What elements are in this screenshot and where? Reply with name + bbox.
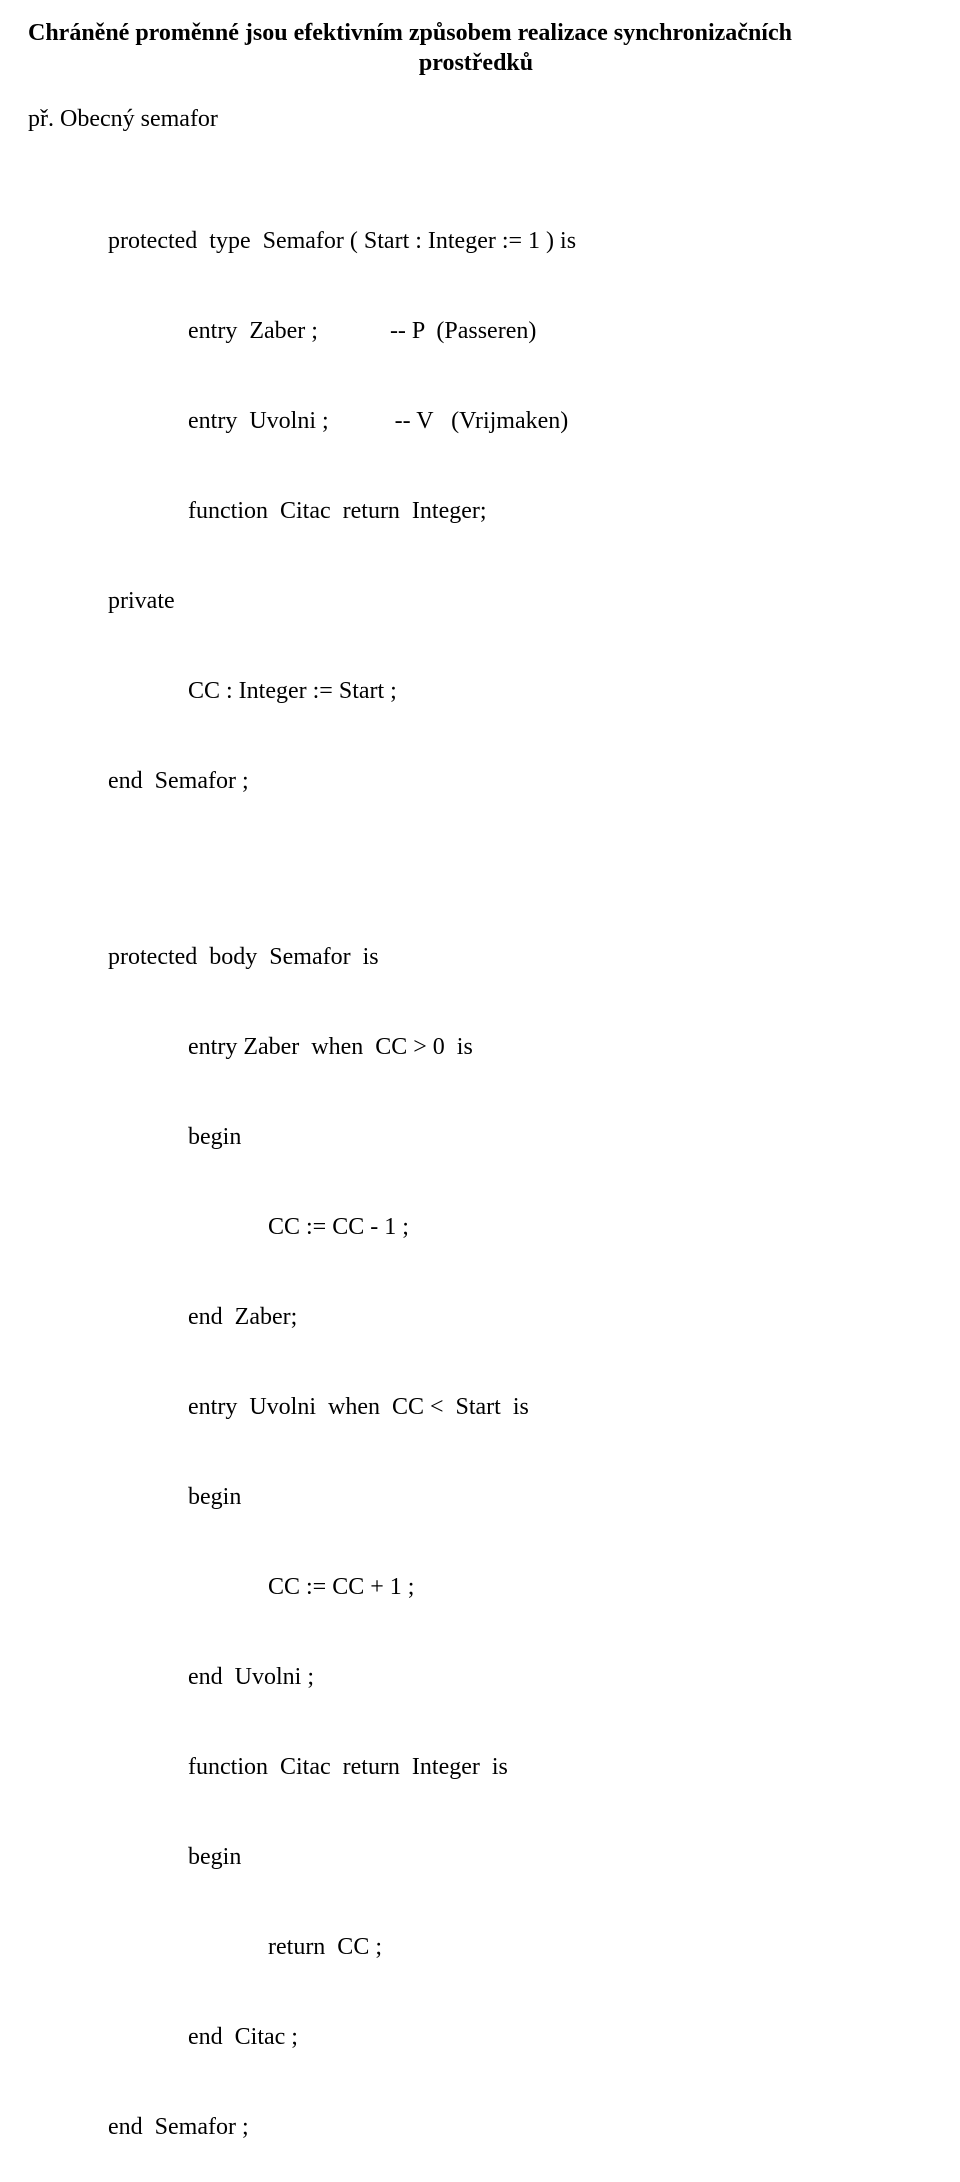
code-line: end Zaber;: [28, 1302, 924, 1332]
code-block-body: protected body Semafor is entry Zaber wh…: [28, 882, 924, 2182]
code-line: entry Uvolni ; -- V (Vrijmaken): [28, 406, 924, 436]
code-line: begin: [28, 1482, 924, 1512]
example-label: př. Obecný semafor: [28, 104, 924, 134]
code-line: end Semafor ;: [28, 766, 924, 796]
page-heading: Chráněné proměnné jsou efektivním způsob…: [28, 18, 924, 78]
code-line: end Uvolni ;: [28, 1662, 924, 1692]
code-block-type-decl: protected type Semafor ( Start : Integer…: [28, 166, 924, 856]
code-line: CC := CC - 1 ;: [28, 1212, 924, 1242]
code-line: private: [28, 586, 924, 616]
code-line: CC := CC + 1 ;: [28, 1572, 924, 1602]
code-line: protected type Semafor ( Start : Integer…: [28, 226, 924, 256]
code-line: entry Uvolni when CC < Start is: [28, 1392, 924, 1422]
code-line: function Citac return Integer;: [28, 496, 924, 526]
code-line: function Citac return Integer is: [28, 1752, 924, 1782]
heading-line-1: Chráněné proměnné jsou efektivním způsob…: [28, 18, 924, 48]
code-line: protected body Semafor is: [28, 942, 924, 972]
code-line: end Citac ;: [28, 2022, 924, 2052]
code-line: return CC ;: [28, 1932, 924, 1962]
code-line: begin: [28, 1842, 924, 1872]
heading-line-2: prostředků: [28, 48, 924, 78]
code-line: end Semafor ;: [28, 2112, 924, 2142]
code-line: CC : Integer := Start ;: [28, 676, 924, 706]
code-line: begin: [28, 1122, 924, 1152]
code-line: entry Zaber ; -- P (Passeren): [28, 316, 924, 346]
code-line: entry Zaber when CC > 0 is: [28, 1032, 924, 1062]
